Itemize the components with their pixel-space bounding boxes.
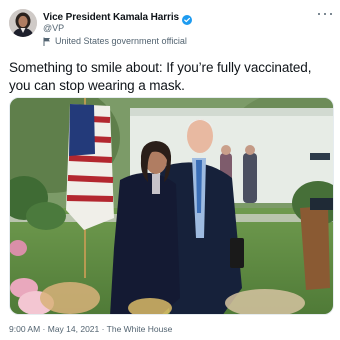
flag-icon <box>43 37 51 46</box>
verified-badge-icon <box>181 12 192 25</box>
tweet-timestamp[interactable]: 9:00 AM · May 14, 2021 · The White House <box>9 324 172 334</box>
account-label-text: United States government official <box>55 36 187 46</box>
display-name[interactable]: Vice President Kamala Harris <box>43 12 179 23</box>
handle[interactable]: @VP <box>43 23 64 33</box>
tweet-card: Vice President Kamala Harris @VP United … <box>0 0 340 340</box>
more-options-icon[interactable] <box>318 9 332 19</box>
account-label[interactable]: United States government official <box>43 36 187 46</box>
tweet-text: Something to smile about: If you’re full… <box>9 60 312 93</box>
avatar[interactable] <box>9 9 37 37</box>
tweet-photo[interactable] <box>9 97 334 315</box>
author-row: Vice President Kamala Harris <box>43 10 192 25</box>
